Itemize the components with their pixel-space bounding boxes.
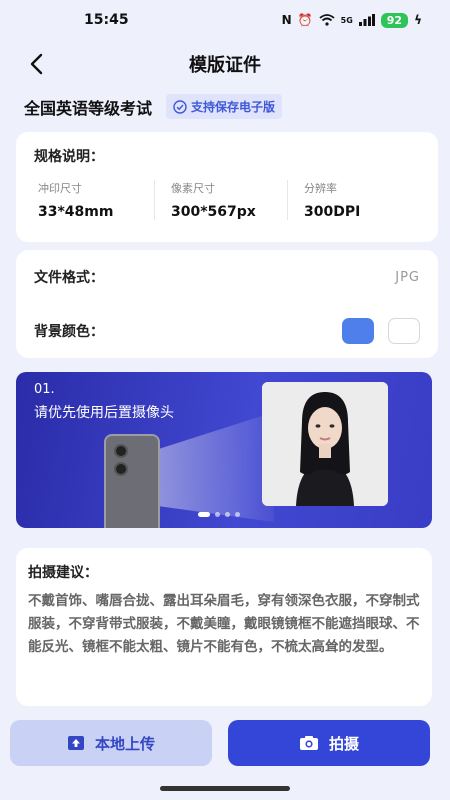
spec-heading: 规格说明： — [34, 149, 104, 165]
home-indicator[interactable] — [160, 786, 290, 791]
tag-label: 支持保存电子版 — [191, 100, 276, 114]
banner-step: 01. — [34, 382, 55, 397]
camera-tip-carousel[interactable]: 01. 请优先使用后置摄像头 — [16, 372, 432, 528]
portrait-illustration — [262, 382, 388, 506]
spec-label: 像素尺寸 — [171, 182, 215, 195]
check-circle-icon — [173, 99, 187, 114]
spec-columns: 冲印尺寸 33*48mm 像素尺寸 300*567px 分辨率 300DPI — [34, 180, 420, 220]
background-color-row: 背景颜色： — [34, 304, 420, 358]
status-time: 15:45 — [84, 12, 129, 28]
format-card: 文件格式： JPG 背景颜色： — [16, 250, 438, 358]
indicator-dot — [215, 512, 220, 517]
spec-value: 300DPI — [304, 204, 361, 220]
alarm-icon: ⏰ — [297, 13, 313, 27]
signal-icon — [358, 14, 375, 26]
nfc-icon: N — [281, 13, 292, 27]
phone-illustration — [104, 434, 160, 528]
tips-title: 拍摄建议： — [28, 565, 98, 581]
spec-label: 分辨率 — [304, 182, 337, 195]
indicator-dot — [225, 512, 230, 517]
e-version-tag: 支持保存电子版 — [166, 94, 283, 119]
sample-portrait — [262, 382, 388, 506]
indicator-dot — [198, 512, 210, 517]
upload-icon — [67, 736, 84, 750]
carousel-indicator — [198, 512, 240, 517]
tips-card: 拍摄建议： 不戴首饰、嘴唇合拢、露出耳朵眉毛，穿有领深色衣服，不穿制式服装，不穿… — [16, 548, 432, 706]
spec-value: 33*48mm — [38, 204, 114, 220]
local-upload-button[interactable]: 本地上传 — [10, 720, 212, 766]
page-title: 模版证件 — [189, 55, 261, 76]
network-label: 5G — [340, 15, 353, 25]
camera-lens-icon — [114, 444, 128, 458]
file-format-value: JPG — [395, 269, 420, 285]
exam-header: 全国英语等级考试 支持保存电子版 — [24, 94, 283, 119]
chevron-left-icon — [30, 53, 43, 75]
back-button[interactable] — [20, 48, 52, 80]
camera-beam — [154, 412, 274, 522]
exam-title: 全国英语等级考试 — [24, 98, 153, 118]
spec-print-size: 冲印尺寸 33*48mm — [34, 180, 154, 220]
camera-lens-icon — [114, 462, 128, 476]
charging-icon: ϟ — [414, 13, 422, 27]
indicator-dot — [235, 512, 240, 517]
nav-bar: 模版证件 — [0, 46, 450, 82]
status-bar: 15:45 N ⏰ 5G 92 ϟ — [0, 0, 450, 40]
background-color-label: 背景颜色： — [34, 324, 104, 340]
swatch-blue[interactable] — [342, 318, 374, 344]
spec-label: 冲印尺寸 — [38, 182, 82, 195]
spec-resolution: 分辨率 300DPI — [287, 180, 420, 220]
banner-text: 请优先使用后置摄像头 — [34, 405, 174, 421]
file-format-row: 文件格式： JPG — [34, 250, 420, 304]
file-format-label: 文件格式： — [34, 270, 104, 286]
tips-text: 不戴首饰、嘴唇合拢、露出耳朵眉毛，穿有领深色衣服，不穿制式服装，不穿背带式服装，… — [28, 593, 420, 655]
spec-pixel-size: 像素尺寸 300*567px — [154, 180, 287, 220]
spec-card: 规格说明： 冲印尺寸 33*48mm 像素尺寸 300*567px 分辨率 30… — [16, 132, 438, 242]
status-icons: N ⏰ 5G 92 ϟ — [281, 12, 422, 28]
shoot-label: 拍摄 — [328, 734, 359, 753]
color-swatches — [342, 318, 420, 344]
wifi-icon — [319, 14, 335, 26]
swatch-white[interactable] — [388, 318, 420, 344]
spec-value: 300*567px — [171, 204, 256, 220]
shoot-button[interactable]: 拍摄 — [228, 720, 430, 766]
battery-badge: 92 — [380, 12, 409, 28]
camera-icon — [299, 736, 318, 750]
upload-label: 本地上传 — [94, 734, 155, 753]
